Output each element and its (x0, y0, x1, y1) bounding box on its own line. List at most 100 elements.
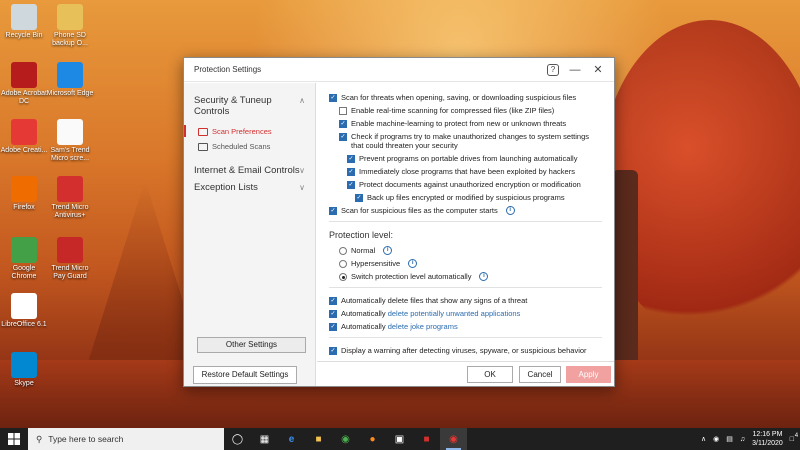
nav-security-tuneup[interactable]: Security & Tuneup Controls ∧ (184, 83, 315, 117)
protection-settings-dialog: Protection Settings ? — ✕ Security & Tun… (183, 57, 615, 387)
close-icon[interactable]: ✕ (591, 63, 605, 77)
checkbox-checked[interactable]: ✓ (329, 207, 337, 215)
radio-auto[interactable]: Switch protection level automatically i (339, 272, 602, 281)
apply-button[interactable]: Apply (566, 366, 611, 383)
radio-hypersensitive[interactable]: Hypersensitive i (339, 259, 602, 268)
minimize-icon[interactable]: — (568, 63, 582, 77)
antivirus-tray-icon[interactable]: ◉ (713, 435, 719, 443)
info-icon[interactable]: i (408, 259, 418, 268)
desktop-icon[interactable]: Firefox (0, 176, 48, 212)
option-protect-documents[interactable]: ✓ Protect documents against unauthorized… (347, 180, 602, 189)
info-icon[interactable]: i (479, 272, 489, 281)
radio-label: Normal (351, 246, 376, 255)
checkbox-checked[interactable]: ✓ (347, 181, 355, 189)
desktop-icon-label: Trend Micro Pay Guard (51, 265, 89, 280)
checkbox-checked[interactable]: ✓ (329, 310, 337, 318)
option-machine-learning[interactable]: ✓ Enable machine-learning to protect fro… (339, 119, 602, 128)
desktop-icon[interactable]: Sam's Trend Micro scre... (46, 119, 94, 163)
option-display-warning[interactable]: ✓ Display a warning after detecting viru… (329, 346, 602, 355)
option-label: Scan for threats when opening, saving, o… (341, 93, 577, 102)
pay-guard-icon (57, 237, 83, 263)
checkbox-checked[interactable]: ✓ (329, 323, 337, 331)
option-close-exploited[interactable]: ✓ Immediately close programs that have b… (347, 167, 602, 176)
radio-label: Hypersensitive (351, 259, 401, 268)
option-auto-delete-threats[interactable]: ✓ Automatically delete files that show a… (329, 296, 602, 305)
radio-normal[interactable]: Normal i (339, 246, 602, 255)
nav-scan-preferences[interactable]: Scan Preferences (184, 123, 315, 138)
checkbox-unchecked[interactable] (339, 107, 347, 115)
joke-programs-link[interactable]: delete joke programs (388, 322, 458, 331)
nav-exception-lists[interactable]: Exception Lists ∨ (184, 176, 315, 193)
nav-scheduled-scans[interactable]: Scheduled Scans (184, 138, 315, 153)
other-settings-button[interactable]: Other Settings (197, 337, 306, 353)
desktop-icon[interactable]: Trend Micro Antivirus+ (46, 176, 94, 220)
radio-button[interactable] (339, 247, 347, 255)
chrome-icon (11, 237, 37, 263)
edge-icon (57, 62, 83, 88)
checkbox-checked[interactable]: ✓ (329, 94, 337, 102)
notification-icon[interactable]: □ 4 (790, 433, 798, 443)
pua-link[interactable]: delete potentially unwanted applications (388, 309, 521, 318)
checkbox-checked[interactable]: ✓ (355, 194, 363, 202)
info-icon[interactable]: i (505, 206, 515, 215)
desktop-icon[interactable]: LibreOffice 6.1 (0, 293, 48, 329)
desktop-icon-label: Sam's Trend Micro scre... (50, 147, 90, 162)
nav-internet-email[interactable]: Internet & Email Controls ∨ (184, 153, 315, 176)
checkbox-checked[interactable]: ✓ (329, 347, 337, 355)
volume-icon[interactable]: ♫ (740, 436, 745, 443)
checkbox-checked[interactable]: ✓ (339, 133, 347, 141)
word-icon[interactable]: ■ (413, 428, 440, 450)
checkbox-checked[interactable]: ✓ (339, 120, 347, 128)
desktop-icon[interactable]: Adobe Acrobat DC (0, 62, 48, 106)
option-backup-files[interactable]: ✓ Back up files encrypted or modified by… (355, 193, 602, 202)
desktop-icon[interactable]: Microsoft Edge (46, 62, 94, 98)
option-scan-startup[interactable]: ✓ Scan for suspicious files as the compu… (329, 206, 602, 215)
option-realtime-compressed[interactable]: Enable real-time scanning for compressed… (339, 106, 602, 115)
desktop-icon[interactable]: Trend Micro Pay Guard (46, 237, 94, 281)
option-auto-delete-pua[interactable]: ✓ Automatically delete potentially unwan… (329, 309, 602, 318)
option-prevent-portable[interactable]: ✓ Prevent programs on portable drives fr… (347, 154, 602, 163)
start-button[interactable] (0, 428, 28, 450)
clock[interactable]: 12:16 PM 3/11/2020 (752, 430, 783, 448)
trend-micro-icon[interactable]: ◉ (440, 428, 467, 450)
libreoffice-icon (11, 293, 37, 319)
desktop-icon[interactable]: Google Chrome (0, 237, 48, 281)
divider (329, 337, 602, 338)
chevron-up-icon[interactable]: ∧ (701, 435, 706, 443)
desktop-icon[interactable]: Recycle Bin (0, 4, 48, 40)
ok-button[interactable]: OK (467, 366, 513, 383)
cortana-icon[interactable]: ◯ (224, 428, 251, 450)
checkbox-checked[interactable]: ✓ (347, 168, 355, 176)
desktop-icon-label: Trend Micro Antivirus+ (51, 204, 89, 219)
option-auto-delete-joke[interactable]: ✓ Automatically delete joke programs (329, 322, 602, 331)
option-scan-threats[interactable]: ✓ Scan for threats when opening, saving,… (329, 93, 602, 102)
firefox-icon[interactable]: ● (359, 428, 386, 450)
nav-security-tuneup-label: Security & Tuneup Controls (194, 95, 272, 117)
edge-icon[interactable]: e (278, 428, 305, 450)
cancel-button[interactable]: Cancel (519, 366, 561, 383)
taskbar-search[interactable]: ⚲ Type here to search (28, 428, 224, 450)
desktop-icon[interactable]: Adobe Creati... (0, 119, 48, 155)
document-icon[interactable]: ▣ (386, 428, 413, 450)
divider (329, 221, 602, 222)
chrome-icon[interactable]: ◉ (332, 428, 359, 450)
option-label: Automatically delete joke programs (341, 322, 458, 331)
restore-defaults-button[interactable]: Restore Default Settings (193, 366, 297, 384)
file-explorer-icon[interactable]: ■ (305, 428, 332, 450)
checkbox-checked[interactable]: ✓ (329, 297, 337, 305)
radio-button-selected[interactable] (339, 273, 347, 281)
info-icon[interactable]: i (383, 246, 393, 255)
checkbox-checked[interactable]: ✓ (347, 155, 355, 163)
network-icon[interactable]: ▤ (726, 435, 733, 443)
option-label-prefix: Automatically (341, 309, 388, 318)
desktop-icon[interactable]: Skype (0, 352, 48, 388)
dialog-footer: OK Cancel Apply (317, 361, 614, 386)
radio-button[interactable] (339, 260, 347, 268)
scan-icon (198, 127, 208, 136)
option-label: Check if programs try to make unauthoriz… (351, 132, 590, 150)
desktop-icon[interactable]: Phone SD backup O... (46, 4, 94, 48)
option-label-prefix: Automatically (341, 322, 388, 331)
help-icon[interactable]: ? (547, 63, 559, 76)
task-view-icon[interactable]: ▦ (251, 428, 278, 450)
option-check-programs[interactable]: ✓ Check if programs try to make unauthor… (339, 132, 602, 150)
